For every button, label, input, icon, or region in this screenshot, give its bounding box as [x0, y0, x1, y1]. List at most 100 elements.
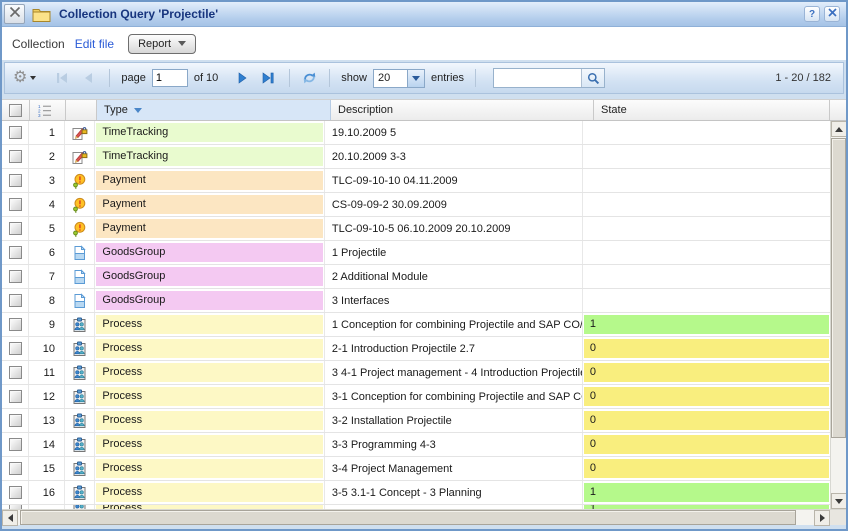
row-checkbox[interactable] [9, 294, 22, 307]
horizontal-scrollbar-thumb[interactable] [20, 510, 796, 525]
menubar: Collection Edit file Report [2, 27, 846, 60]
previous-page-icon [82, 72, 94, 84]
page-input[interactable] [152, 69, 188, 87]
toolbar: ⚙ page of 10 show [4, 62, 844, 94]
row-state: 1 [584, 505, 829, 509]
table-row: 1TimeTracking19.10.2009 5 [2, 121, 830, 145]
header-row-number[interactable]: 123 [30, 100, 66, 120]
row-number: 13 [29, 409, 65, 432]
refresh-button[interactable] [301, 70, 318, 86]
row-checkbox[interactable] [9, 318, 22, 331]
row-state: 1 [584, 483, 829, 502]
scroll-down-button[interactable] [831, 493, 847, 509]
row-state-cell: 1 [583, 505, 830, 509]
row-number: 14 [29, 433, 65, 456]
close-x-icon [9, 5, 21, 23]
select-all-checkbox[interactable] [9, 104, 22, 117]
timetracking-icon [65, 121, 95, 144]
row-select-cell [2, 385, 29, 408]
row-select-cell [2, 145, 29, 168]
scroll-left-button[interactable] [2, 510, 18, 526]
process-icon [65, 385, 95, 408]
row-checkbox[interactable] [9, 198, 22, 211]
row-type-cell: GoodsGroup [95, 265, 324, 288]
table-header: 123 Type Description State [2, 99, 846, 121]
gear-icon: ⚙ [13, 70, 27, 86]
row-checkbox[interactable] [9, 390, 22, 403]
row-type-cell: Payment [95, 169, 324, 192]
table-row: 13Process3-2 Installation Projectile0 [2, 409, 830, 433]
row-checkbox[interactable] [9, 246, 22, 259]
horizontal-scrollbar[interactable] [2, 509, 846, 525]
process-icon [65, 505, 95, 509]
next-page-button[interactable] [232, 68, 252, 88]
row-state-cell [583, 265, 830, 288]
header-scrollbar-filler [830, 100, 846, 120]
window-title: Collection Query 'Projectile' [59, 7, 218, 21]
row-type-cell: Payment [95, 217, 324, 240]
process-icon [65, 457, 95, 480]
numbered-list-icon: 123 [37, 103, 52, 118]
report-dropdown-button[interactable]: Report [128, 34, 196, 54]
row-type-cell: GoodsGroup [95, 289, 324, 312]
row-checkbox[interactable] [9, 150, 22, 163]
process-icon [65, 409, 95, 432]
row-type: GoodsGroup [96, 243, 322, 262]
last-page-button[interactable] [258, 68, 278, 88]
row-number: 9 [29, 313, 65, 336]
scroll-up-button[interactable] [831, 121, 847, 137]
vertical-scrollbar[interactable] [830, 121, 846, 509]
chevron-down-icon [412, 76, 420, 81]
row-checkbox[interactable] [9, 342, 22, 355]
vertical-scrollbar-thumb[interactable] [831, 138, 846, 438]
table-row: 5PaymentTLC-09-10-5 06.10.2009 20.10.200… [2, 217, 830, 241]
goodsgroup-icon [65, 265, 95, 288]
row-description: 19.10.2009 5 [325, 121, 583, 144]
menu-edit-file-link[interactable]: Edit file [75, 37, 114, 51]
table-row: Process1 [2, 505, 830, 509]
entries-per-page-select[interactable]: 20 [373, 69, 425, 88]
row-checkbox[interactable] [9, 438, 22, 451]
folder-icon [32, 7, 51, 22]
previous-page-button[interactable] [78, 68, 98, 88]
window-close-button[interactable] [824, 6, 840, 22]
show-label: show [341, 72, 367, 84]
row-checkbox[interactable] [9, 174, 22, 187]
row-checkbox[interactable] [9, 222, 22, 235]
arrow-down-icon [835, 499, 843, 504]
settings-gear-button[interactable]: ⚙ [13, 70, 36, 86]
first-page-button[interactable] [52, 68, 72, 88]
row-description [325, 505, 583, 509]
window-close-left-button[interactable] [4, 4, 25, 24]
process-icon [65, 433, 95, 456]
header-state[interactable]: State [594, 100, 830, 120]
header-icon-column [66, 100, 97, 120]
search-button[interactable] [581, 69, 604, 87]
row-checkbox[interactable] [9, 486, 22, 499]
chevron-down-icon [30, 76, 36, 80]
row-type-cell: Process [95, 481, 324, 504]
header-type[interactable]: Type [97, 100, 331, 120]
row-checkbox[interactable] [9, 270, 22, 283]
scroll-right-button[interactable] [814, 510, 830, 526]
row-number: 10 [29, 337, 65, 360]
row-state-cell: 0 [583, 457, 830, 480]
select-dropdown-button[interactable] [407, 70, 424, 87]
row-type: Process [96, 483, 322, 502]
row-checkbox[interactable] [9, 505, 22, 509]
header-description[interactable]: Description [331, 100, 594, 120]
timetracking-icon [65, 145, 95, 168]
help-button[interactable]: ? [804, 6, 820, 22]
scrollbar-corner [830, 510, 846, 525]
table-rows: 1TimeTracking19.10.2009 52TimeTracking20… [2, 121, 830, 509]
row-type-cell: GoodsGroup [95, 241, 324, 264]
search-input[interactable] [494, 69, 581, 87]
row-select-cell [2, 457, 29, 480]
refresh-icon [301, 70, 318, 86]
row-checkbox[interactable] [9, 414, 22, 427]
row-type-cell: Payment [95, 193, 324, 216]
results-table: 123 Type Description State 1TimeTracking… [2, 99, 846, 525]
row-checkbox[interactable] [9, 366, 22, 379]
row-checkbox[interactable] [9, 462, 22, 475]
row-checkbox[interactable] [9, 126, 22, 139]
